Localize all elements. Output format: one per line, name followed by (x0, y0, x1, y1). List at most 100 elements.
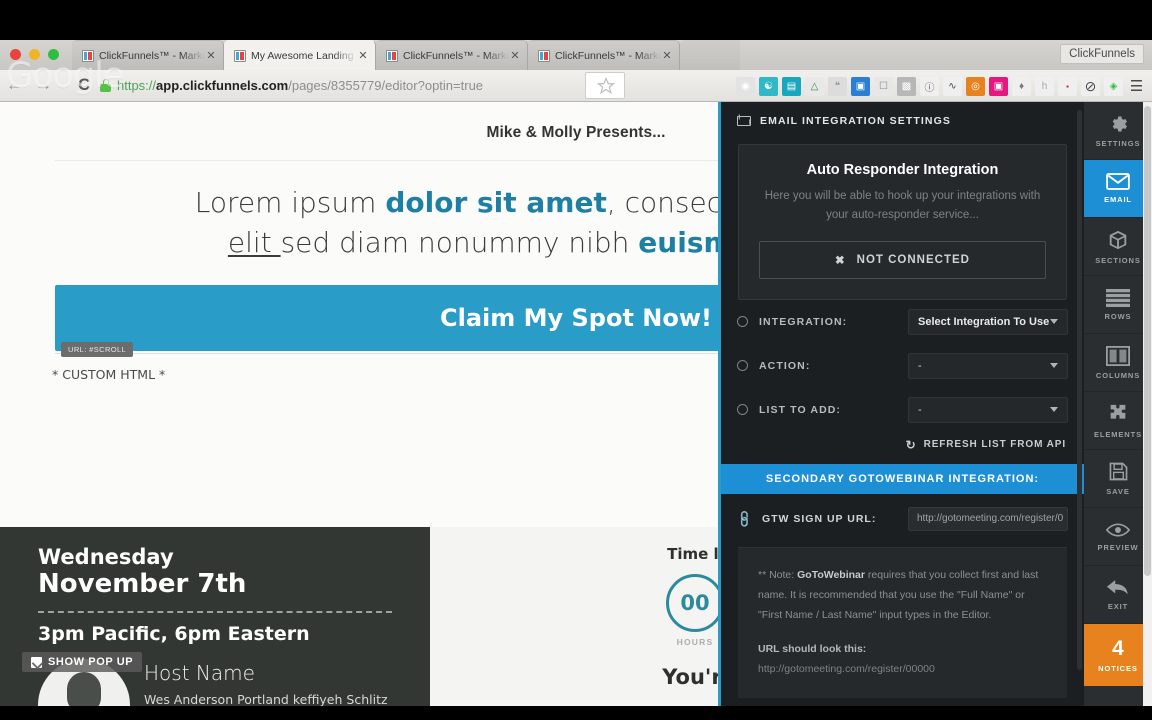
waveform-extension-icon[interactable]: ∿ (943, 76, 962, 96)
rail-item-rows[interactable]: ROWS (1084, 276, 1152, 334)
rail-item-notices[interactable]: 4 NOTICES (1084, 624, 1152, 686)
rail-item-settings[interactable]: SETTINGS (1084, 102, 1152, 160)
field-row-action: ACTION: - (721, 344, 1084, 388)
new-tab-button[interactable] (680, 40, 740, 70)
rail-label: ROWS (1104, 311, 1132, 321)
browser-tab-1[interactable]: ClickFunnels™ - Marketing ✕ (72, 40, 224, 70)
evernote-extension-icon[interactable]: ☯ (759, 76, 778, 96)
rail-item-elements[interactable]: ELEMENTS (1084, 392, 1152, 450)
rail-item-email[interactable]: EMAIL (1084, 160, 1152, 218)
reader-extension-icon[interactable]: ▤ (782, 76, 801, 96)
tab-title: My Awesome Landing Page (251, 49, 357, 62)
radio-icon[interactable] (737, 404, 748, 416)
rail-item-sections[interactable]: SECTIONS (1084, 218, 1152, 276)
cube-icon (1109, 230, 1127, 249)
secure-lock-icon (100, 79, 111, 92)
columns-icon (1106, 345, 1130, 366)
rail-item-exit[interactable]: EXIT (1084, 566, 1152, 624)
browser-tab-4[interactable]: ClickFunnels™ - Marketing ✕ (528, 40, 680, 70)
close-window-button[interactable] (10, 49, 21, 60)
refresh-label: REFRESH LIST FROM API (923, 439, 1066, 451)
back-button[interactable]: ← (6, 75, 23, 95)
rail-label: EMAIL (1104, 195, 1132, 204)
tab-title: ClickFunnels™ - Marketing (555, 49, 661, 62)
panel-scrollbar[interactable] (1077, 110, 1082, 670)
close-x-icon: ✖ (835, 254, 846, 267)
radio-icon[interactable] (737, 360, 748, 372)
auto-responder-title: Auto Responder Integration (806, 162, 999, 178)
clickfunnels-brand-pill: ClickFunnels (1060, 44, 1144, 64)
panel-extension-icon[interactable]: ▣ (851, 76, 870, 96)
tab-close-icon[interactable]: ✕ (357, 50, 369, 62)
email-integration-panel: EMAIL INTEGRATION SETTINGS Auto Responde… (718, 102, 1084, 706)
list-to-add-select[interactable]: - (908, 396, 1068, 423)
tab-close-icon[interactable]: ✕ (661, 50, 673, 62)
google-drive-extension-icon[interactable]: △ (805, 76, 824, 96)
browser-tab-2[interactable]: My Awesome Landing Page ✕ (224, 40, 376, 70)
tab-title: ClickFunnels™ - Marketing (99, 49, 205, 62)
secondary-gotowebinar-banner[interactable]: SECONDARY GOTOWEBINAR INTEGRATION: (721, 463, 1084, 494)
hotjar-extension-icon[interactable]: ◎ (966, 76, 985, 96)
action-label: ACTION: (759, 359, 811, 372)
url-host: app.clickfunnels.com (156, 78, 289, 93)
rows-icon (1106, 288, 1130, 307)
adblock-extension-icon[interactable]: ⊘ (1081, 76, 1100, 96)
magenta-extension-icon[interactable]: ▣ (989, 76, 1008, 96)
envelope-icon (1106, 173, 1130, 190)
note-prefix: ** Note: (758, 568, 798, 581)
not-connected-button[interactable]: ✖ NOT CONNECTED (759, 240, 1046, 279)
webinar-time: 3pm Pacific, 6pm Eastern (38, 623, 310, 646)
browser-tab-strip: Google ClickFunnels™ - Marketing ✕ My Aw… (0, 40, 1152, 96)
flame-extension-icon[interactable]: ♦ (1012, 76, 1031, 96)
minimize-window-button[interactable] (29, 49, 40, 60)
browser-window: Google ClickFunnels™ - Marketing ✕ My Aw… (0, 40, 1152, 706)
show-popup-label: SHOW POP UP (48, 656, 134, 668)
gtw-label: GTW SIGN UP URL: (761, 512, 877, 525)
hubspot-extension-icon[interactable]: h (1035, 76, 1054, 96)
integration-label: INTEGRATION: (759, 315, 848, 328)
tab-close-icon[interactable]: ✕ (205, 50, 217, 62)
robot-extension-icon[interactable]: ▩ (897, 76, 916, 96)
browser-extensions-bar: ◉ ☯ ▤ △ ❝ ▣ ☐ ▩ ⓘ ∿ ◎ ▣ ♦ h ▪ ⊘ ◈ ☰ (736, 70, 1146, 102)
rail-item-preview[interactable]: PREVIEW (1084, 508, 1152, 566)
rail-item-save[interactable]: SAVE (1084, 450, 1152, 508)
webinar-date: November 7th (38, 569, 247, 600)
browser-tab-3[interactable]: ClickFunnels™ - Marketing ✕ (376, 40, 528, 70)
integration-select[interactable]: Select Integration To Use... (908, 308, 1068, 335)
gtw-url-input[interactable]: http://gotomeeting.com/register/0 (908, 506, 1068, 531)
panel-header-label: EMAIL INTEGRATION SETTINGS (760, 115, 951, 127)
maximize-window-button[interactable] (48, 49, 59, 60)
page-viewport: Mike & Molly Presents... Lorem ipsum dol… (0, 102, 1152, 706)
tab-close-icon[interactable]: ✕ (509, 50, 521, 62)
forward-button[interactable]: → (35, 75, 52, 95)
red-badge-extension-icon[interactable]: ▪ (1058, 76, 1077, 96)
url-scheme: https:// (117, 78, 157, 93)
clickfunnels-favicon-icon (386, 49, 398, 62)
radio-icon[interactable] (737, 316, 748, 328)
info-extension-icon[interactable]: ⓘ (920, 76, 939, 96)
scrollbar-thumb[interactable] (1144, 106, 1151, 576)
rail-item-columns[interactable]: COLUMNS (1084, 334, 1152, 392)
host-info: Host Name Wes Anderson Portland keffiyeh… (144, 659, 392, 706)
headline-part-1: Lorem ipsum (194, 186, 386, 219)
rail-label: ELEMENTS (1093, 429, 1143, 439)
show-popup-badge[interactable]: SHOW POP UP (22, 652, 143, 672)
camera-extension-icon[interactable]: ◉ (736, 76, 755, 96)
refresh-list-button[interactable]: ↻ REFRESH LIST FROM API (721, 432, 1084, 464)
page-scrollbar[interactable] (1143, 102, 1152, 706)
reload-button[interactable]: C (78, 75, 90, 95)
action-select[interactable]: - (908, 352, 1068, 379)
browser-menu-icon[interactable]: ☰ (1127, 77, 1146, 96)
lastpass-extension-icon[interactable]: ◈ (1104, 76, 1123, 96)
url-scroll-badge: URL: #SCROLL (61, 341, 134, 357)
envelope-icon (737, 116, 751, 126)
bookmark-star-button[interactable] (585, 72, 625, 99)
chevron-down-icon (1050, 363, 1058, 369)
frame-extension-icon[interactable]: ☐ (874, 76, 893, 96)
quote-extension-icon[interactable]: ❝ (828, 76, 847, 96)
gear-icon (1112, 116, 1127, 131)
action-value: - (918, 359, 922, 372)
url-path: /pages/8355779/editor?optin=true (288, 78, 484, 93)
window-controls[interactable] (10, 49, 59, 60)
back-arrow-icon (1106, 580, 1128, 595)
